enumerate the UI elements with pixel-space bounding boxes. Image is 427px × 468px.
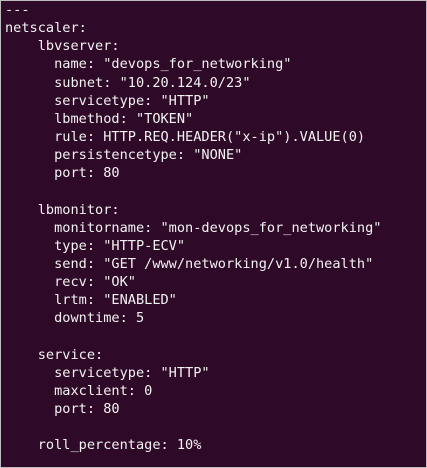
yaml-line-lbmonitor: lbmonitor: — [5, 201, 120, 218]
yaml-line-service-port: port: 80 — [5, 401, 120, 418]
yaml-line-service-maxclient: maxclient: 0 — [5, 382, 153, 399]
yaml-content: --- netscaler: lbvserver: name: "devops_f… — [5, 1, 381, 455]
yaml-line-blank — [5, 328, 381, 346]
yaml-line-lbvserver-rule: rule: HTTP.REQ.HEADER("x-ip").VALUE(0) — [5, 128, 366, 145]
terminal-window[interactable]: --- netscaler: lbvserver: name: "devops_f… — [0, 0, 427, 468]
yaml-line-lbvserver-name: name: "devops_for_networking" — [5, 56, 292, 73]
yaml-line-netscaler: netscaler: — [5, 20, 87, 37]
yaml-line-lbmonitor-type: type: "HTTP-ECV" — [5, 237, 186, 254]
yaml-line-lbmonitor-monitorname: monitorname: "mon-devops_for_networking" — [5, 219, 382, 236]
yaml-line-document-start: --- — [5, 2, 30, 18]
yaml-line-lbmonitor-send: send: "GET /www/networking/v1.0/health" — [5, 255, 374, 272]
yaml-line-lbvserver-servicetype: servicetype: "HTTP" — [5, 92, 210, 109]
yaml-line-lbmonitor-downtime: downtime: 5 — [5, 310, 145, 327]
yaml-line-lbmonitor-recv: recv: "OK" — [5, 274, 136, 291]
yaml-line-lbmonitor-lrtm: lrtm: "ENABLED" — [5, 292, 177, 309]
yaml-line-blank — [5, 182, 381, 200]
yaml-line-lbvserver-lbmethod: lbmethod: "TOKEN" — [5, 110, 194, 127]
yaml-line-lbvserver: lbvserver: — [5, 38, 120, 55]
yaml-line-lbvserver-subnet: subnet: "10.20.124.0/23" — [5, 74, 251, 91]
yaml-line-lbvserver-port: port: 80 — [5, 165, 120, 182]
yaml-line-roll-percentage: roll_percentage: 10% — [5, 437, 202, 454]
yaml-line-blank — [5, 418, 381, 436]
yaml-line-service: service: — [5, 346, 104, 363]
yaml-line-service-servicetype: servicetype: "HTTP" — [5, 364, 210, 381]
yaml-line-lbvserver-persistencetype: persistencetype: "NONE" — [5, 147, 243, 164]
